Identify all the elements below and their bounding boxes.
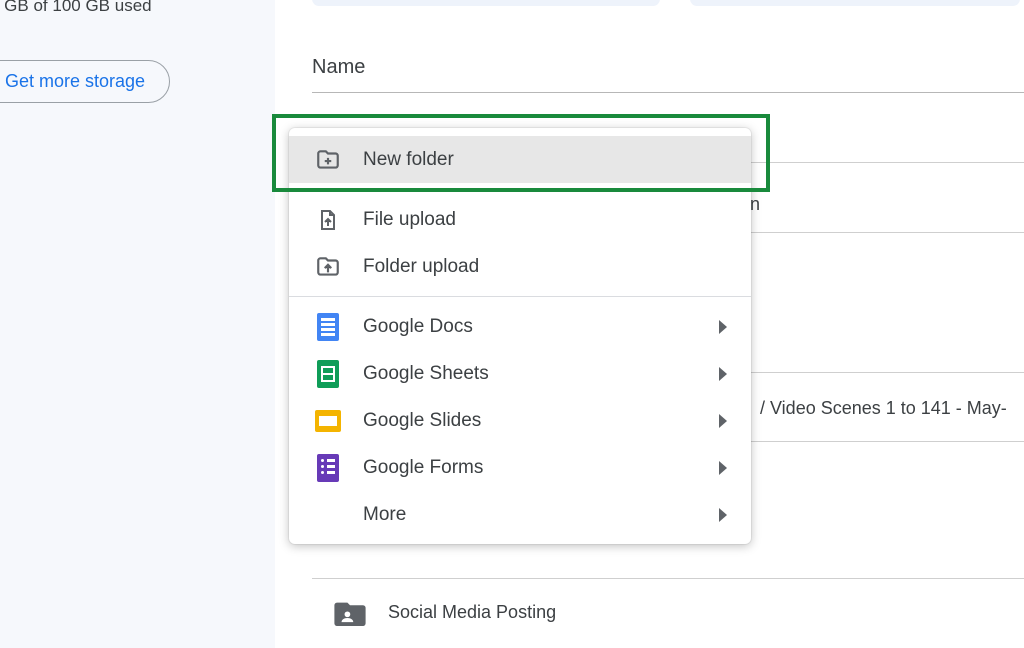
- menu-label: Folder upload: [363, 256, 479, 278]
- menu-label: Google Slides: [363, 410, 481, 432]
- menu-item-new-folder[interactable]: New folder: [289, 136, 751, 183]
- google-slides-icon: [315, 408, 341, 434]
- shared-folder-icon: [334, 600, 366, 626]
- new-folder-icon: [315, 147, 341, 173]
- menu-item-more[interactable]: More: [289, 491, 751, 538]
- file-upload-icon: [315, 207, 341, 233]
- google-sheets-icon: [315, 361, 341, 387]
- folder-upload-icon: [315, 254, 341, 280]
- menu-separator: [289, 189, 751, 190]
- get-more-storage-button[interactable]: Get more storage: [0, 60, 170, 103]
- suggestion-chip[interactable]: [312, 0, 660, 6]
- suggestion-chip[interactable]: [690, 0, 1020, 6]
- chevron-right-icon: [719, 367, 727, 381]
- menu-item-google-forms[interactable]: Google Forms: [289, 444, 751, 491]
- folder-name: Social Media Posting: [388, 602, 556, 623]
- storage-usage-text: 6 GB of 100 GB used: [0, 0, 152, 16]
- divider: [312, 92, 1024, 93]
- folder-row[interactable]: Social Media Posting: [312, 578, 1024, 646]
- menu-label: File upload: [363, 209, 456, 231]
- new-context-menu: New folder File upload Folder upload Goo…: [289, 128, 751, 544]
- column-header-name[interactable]: Name: [312, 56, 365, 79]
- google-docs-icon: [315, 314, 341, 340]
- menu-separator: [289, 296, 751, 297]
- google-forms-icon: [315, 455, 341, 481]
- menu-item-folder-upload[interactable]: Folder upload: [289, 243, 751, 290]
- file-name-fragment[interactable]: / Video Scenes 1 to 141 - May-: [760, 398, 1007, 419]
- menu-item-google-slides[interactable]: Google Slides: [289, 397, 751, 444]
- menu-item-google-sheets[interactable]: Google Sheets: [289, 350, 751, 397]
- chevron-right-icon: [719, 414, 727, 428]
- chevron-right-icon: [719, 508, 727, 522]
- menu-item-google-docs[interactable]: Google Docs: [289, 303, 751, 350]
- menu-label: Google Forms: [363, 457, 483, 479]
- chevron-right-icon: [719, 461, 727, 475]
- chevron-right-icon: [719, 320, 727, 334]
- file-name-fragment[interactable]: n: [750, 194, 760, 215]
- menu-label: More: [363, 504, 406, 526]
- menu-label: Google Sheets: [363, 363, 489, 385]
- menu-label: New folder: [363, 149, 454, 171]
- sidebar: 6 GB of 100 GB used Get more storage: [0, 0, 275, 648]
- menu-label: Google Docs: [363, 316, 473, 338]
- menu-item-file-upload[interactable]: File upload: [289, 196, 751, 243]
